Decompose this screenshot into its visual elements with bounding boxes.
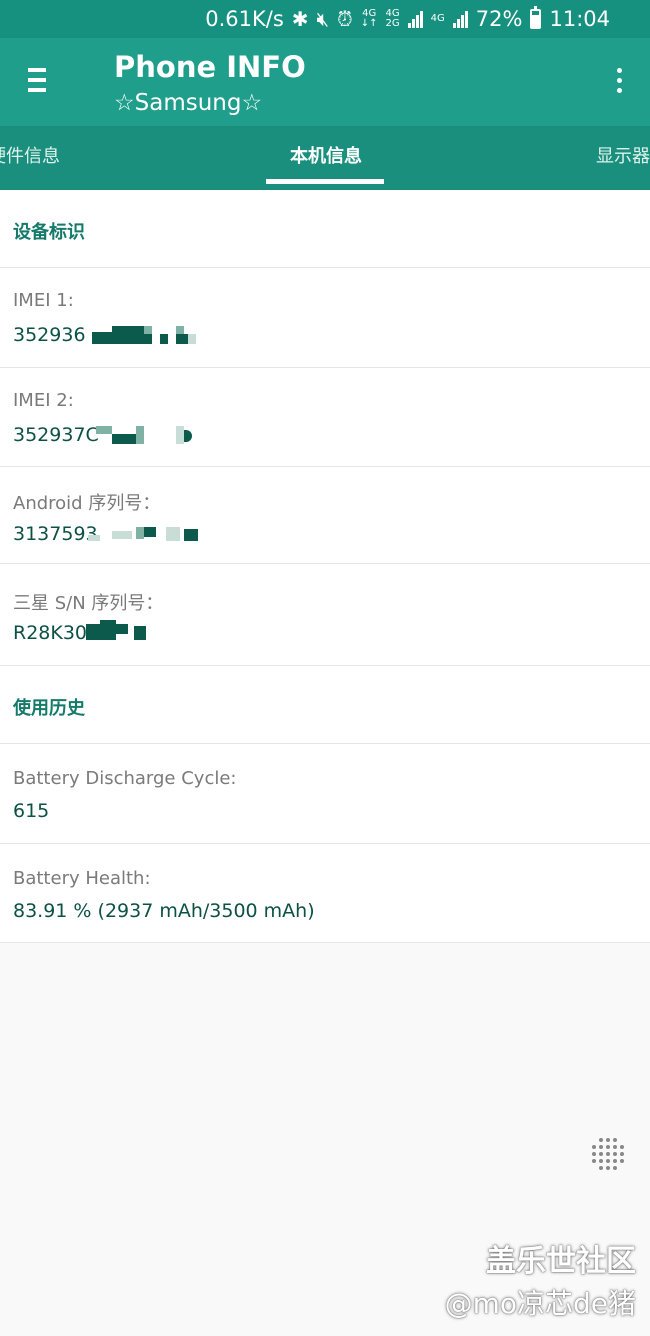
samsung-sn-label: 三星 S/N 序列号： bbox=[13, 593, 164, 614]
grid-dot bbox=[599, 1152, 603, 1156]
grid-dot bbox=[599, 1138, 603, 1142]
tab-hardware-info[interactable]: 硬件信息 bbox=[0, 142, 60, 168]
bluetooth-icon: ✱ bbox=[291, 7, 309, 31]
watermark-community: 盖乐世社区 bbox=[486, 1244, 636, 1279]
samsung-sn-value: R28K30 bbox=[13, 622, 88, 644]
grid-dot bbox=[613, 1166, 617, 1170]
battery-percent: 72% bbox=[475, 7, 523, 31]
grid-dot bbox=[606, 1138, 610, 1142]
imei1-label: IMEI 1: bbox=[13, 290, 74, 311]
grid-dot bbox=[606, 1152, 610, 1156]
alarm-icon: ⏰︎ bbox=[337, 7, 353, 31]
grid-dot bbox=[592, 1152, 596, 1156]
grid-dot bbox=[599, 1145, 603, 1149]
grid-dot bbox=[599, 1166, 603, 1170]
network-type-2: 4G 2G bbox=[386, 9, 400, 29]
battery-health-label: Battery Health: bbox=[13, 868, 151, 889]
app-bar: Phone INFO ☆Samsung☆ bbox=[0, 38, 650, 126]
android-serial-label: Android 序列号： bbox=[13, 493, 161, 514]
section-header-usage-history: 使用历史 bbox=[0, 666, 650, 744]
battery-health-row[interactable]: Battery Health: 83.91 % (2937 mAh/3500 m… bbox=[0, 844, 650, 943]
grid-dot bbox=[613, 1145, 617, 1149]
section-title-device-id: 设备标识 bbox=[13, 222, 85, 243]
network-type-1-arrows: ↓↑ bbox=[360, 18, 378, 29]
samsung-sn-row[interactable]: 三星 S/N 序列号： R28K30 bbox=[0, 564, 650, 666]
more-options-icon[interactable] bbox=[614, 68, 624, 98]
section-title-usage-history: 使用历史 bbox=[13, 698, 85, 719]
tab-device-info[interactable]: 本机信息 bbox=[290, 142, 362, 168]
status-bar: 0.61K/s ✱ 🔇︎ ⏰︎ 4G ↓↑ 4G 2G 4G 72% 11:04 bbox=[0, 0, 650, 38]
grid-dot bbox=[599, 1159, 603, 1163]
clock: 11:04 bbox=[549, 7, 610, 31]
imei2-value: 352937C bbox=[13, 424, 99, 446]
floating-grid-icon[interactable] bbox=[591, 1137, 627, 1173]
grid-dot bbox=[606, 1145, 610, 1149]
grid-dot bbox=[620, 1145, 624, 1149]
network-type-3: 4G bbox=[431, 14, 445, 24]
mute-icon: 🔇︎ bbox=[316, 7, 330, 31]
imei1-value: 352936 bbox=[13, 324, 86, 346]
grid-dot bbox=[592, 1145, 596, 1149]
grid-dot bbox=[613, 1138, 617, 1142]
tab-bar: 硬件信息 本机信息 显示器 bbox=[0, 126, 650, 190]
discharge-cycle-value: 615 bbox=[13, 800, 50, 822]
grid-dot bbox=[620, 1152, 624, 1156]
tab-display[interactable]: 显示器 bbox=[596, 142, 650, 168]
grid-dot bbox=[606, 1159, 610, 1163]
battery-health-value: 83.91 % (2937 mAh/3500 mAh) bbox=[13, 900, 315, 922]
network-type-3-label: 4G bbox=[430, 13, 445, 24]
grid-dot bbox=[613, 1159, 617, 1163]
discharge-cycle-row[interactable]: Battery Discharge Cycle: 615 bbox=[0, 744, 650, 844]
content-list: 设备标识 IMEI 1: 352936 IMEI 2: 352937C Andr… bbox=[0, 190, 650, 943]
app-subtitle: ☆Samsung☆ bbox=[114, 90, 263, 116]
menu-icon[interactable] bbox=[26, 68, 52, 96]
discharge-cycle-label: Battery Discharge Cycle: bbox=[13, 768, 237, 789]
android-serial-row[interactable]: Android 序列号： 3137593 bbox=[0, 467, 650, 564]
signal-icon bbox=[407, 10, 423, 28]
grid-dot bbox=[620, 1159, 624, 1163]
imei2-row[interactable]: IMEI 2: 352937C bbox=[0, 368, 650, 467]
battery-icon bbox=[530, 6, 542, 29]
watermark-author: @mo凉芯de猪 bbox=[444, 1287, 636, 1320]
signal-icon-2 bbox=[452, 10, 468, 28]
tab-indicator bbox=[266, 179, 384, 184]
network-type-1: 4G ↓↑ bbox=[361, 9, 378, 29]
section-header-device-id: 设备标识 bbox=[0, 190, 650, 268]
grid-dot bbox=[592, 1159, 596, 1163]
grid-dot bbox=[613, 1152, 617, 1156]
network-type-2-label-bottom: 2G bbox=[385, 18, 400, 29]
app-title: Phone INFO bbox=[114, 50, 306, 84]
grid-dot bbox=[606, 1166, 610, 1170]
network-speed: 0.61K/s bbox=[205, 7, 284, 31]
android-serial-value: 3137593 bbox=[13, 523, 98, 545]
imei2-label: IMEI 2: bbox=[13, 390, 74, 411]
imei1-row[interactable]: IMEI 1: 352936 bbox=[0, 268, 650, 368]
